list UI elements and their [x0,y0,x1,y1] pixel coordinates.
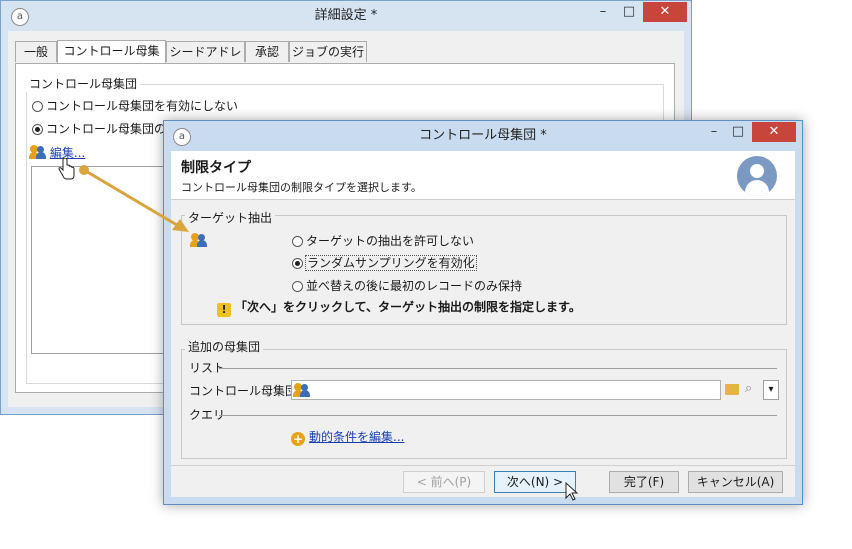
annotation-arrow [79,165,189,232]
arrow-shaft [83,168,183,230]
pointer-cursor-icon [565,482,579,501]
arrow-head [172,219,189,232]
